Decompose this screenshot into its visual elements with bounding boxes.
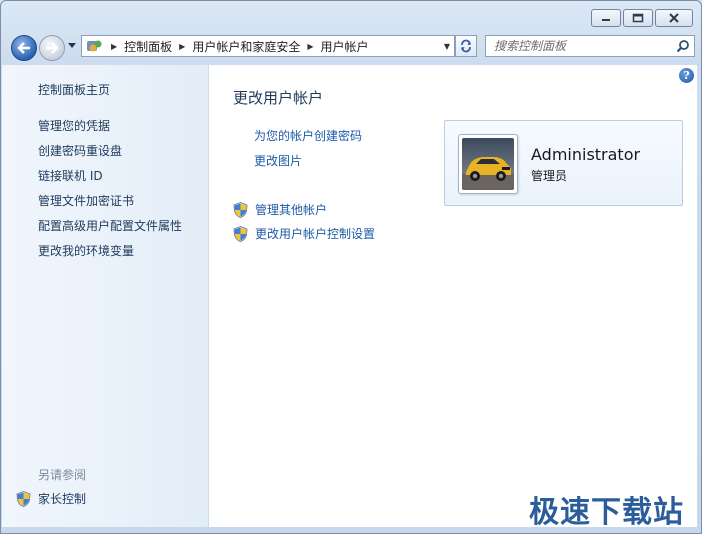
car-picture-icon [462, 138, 514, 190]
sidebar-item-link-online-id[interactable]: 链接联机 ID [38, 167, 103, 184]
sidebar-item-manage-credentials[interactable]: 管理您的凭据 [38, 117, 110, 134]
help-button[interactable]: ? [679, 68, 694, 83]
close-icon [669, 13, 679, 23]
navigation-toolbar: ▶ 控制面板 ▶ 用户帐户和家庭安全 ▶ 用户帐户 ▼ [9, 33, 695, 61]
breadcrumb-control-panel[interactable]: 控制面板 [124, 38, 172, 55]
manage-other-accounts-label: 管理其他帐户 [255, 203, 328, 217]
sidebar-item-password-reset-disk[interactable]: 创建密码重设盘 [38, 142, 122, 159]
minimize-icon [602, 19, 610, 21]
minimize-button[interactable] [591, 9, 621, 27]
breadcrumb-user-accounts-family[interactable]: 用户帐户和家庭安全 [192, 38, 300, 55]
breadcrumb-separator[interactable]: ▶ [307, 42, 313, 51]
sidebar-item-environment-variables[interactable]: 更改我的环境变量 [38, 242, 134, 259]
maximize-icon [632, 13, 644, 23]
watermark-logo: 极速下载站 [529, 495, 684, 530]
manage-other-accounts-link[interactable]: 管理其他帐户 [233, 201, 327, 218]
avatar[interactable] [458, 134, 518, 194]
sidebar-item-advanced-profile[interactable]: 配置高级用户配置文件属性 [38, 217, 182, 234]
sidebar-item-parental-controls[interactable]: 家长控制 [16, 490, 86, 507]
sidebar: 控制面板主页 管理您的凭据 创建密码重设盘 链接联机 ID 管理文件加密证书 配… [2, 65, 208, 527]
recent-pages-dropdown-icon[interactable] [67, 42, 77, 50]
create-password-link[interactable]: 为您的帐户创建密码 [254, 127, 362, 144]
account-role: 管理员 [531, 169, 568, 183]
shield-icon [233, 225, 248, 242]
forward-button[interactable] [39, 35, 65, 61]
main-content: ? 更改用户帐户 为您的帐户创建密码 更改图片 管理其他帐户 更改用户帐户控制设 [208, 65, 697, 527]
parental-controls-label: 家长控制 [38, 492, 87, 506]
control-panel-window: ▶ 控制面板 ▶ 用户帐户和家庭安全 ▶ 用户帐户 ▼ 控制面板主页 [0, 0, 702, 534]
account-name: Administrator [531, 145, 641, 164]
page-title: 更改用户帐户 [233, 89, 324, 107]
search-icon[interactable] [676, 39, 690, 53]
back-button[interactable] [11, 35, 37, 61]
change-picture-link[interactable]: 更改图片 [254, 152, 302, 169]
breadcrumb-user-accounts[interactable]: 用户帐户 [321, 38, 369, 55]
caption-buttons [591, 9, 693, 27]
uac-settings-label: 更改用户帐户控制设置 [255, 227, 376, 241]
sidebar-item-control-panel-home[interactable]: 控制面板主页 [38, 81, 110, 98]
sidebar-item-file-encryption-certs[interactable]: 管理文件加密证书 [38, 192, 134, 209]
see-also-heading: 另请参阅 [38, 468, 87, 482]
control-panel-icon [87, 40, 102, 52]
refresh-icon [461, 39, 471, 53]
help-icon: ? [683, 69, 690, 82]
shield-icon [233, 201, 248, 218]
close-button[interactable] [655, 9, 693, 27]
search-box[interactable] [485, 35, 695, 57]
refresh-button[interactable] [455, 35, 477, 57]
breadcrumb-separator[interactable]: ▶ [111, 42, 117, 51]
uac-settings-link[interactable]: 更改用户帐户控制设置 [233, 225, 375, 242]
address-bar[interactable]: ▶ 控制面板 ▶ 用户帐户和家庭安全 ▶ 用户帐户 ▼ [81, 35, 455, 57]
forward-arrow-icon [46, 42, 59, 54]
address-dropdown-icon[interactable]: ▼ [444, 42, 450, 51]
shield-icon [16, 490, 31, 507]
maximize-button[interactable] [623, 9, 653, 27]
account-card: Administrator 管理员 [444, 120, 683, 206]
back-arrow-icon [17, 42, 30, 54]
breadcrumb-separator[interactable]: ▶ [179, 42, 185, 51]
search-input[interactable] [494, 39, 664, 53]
